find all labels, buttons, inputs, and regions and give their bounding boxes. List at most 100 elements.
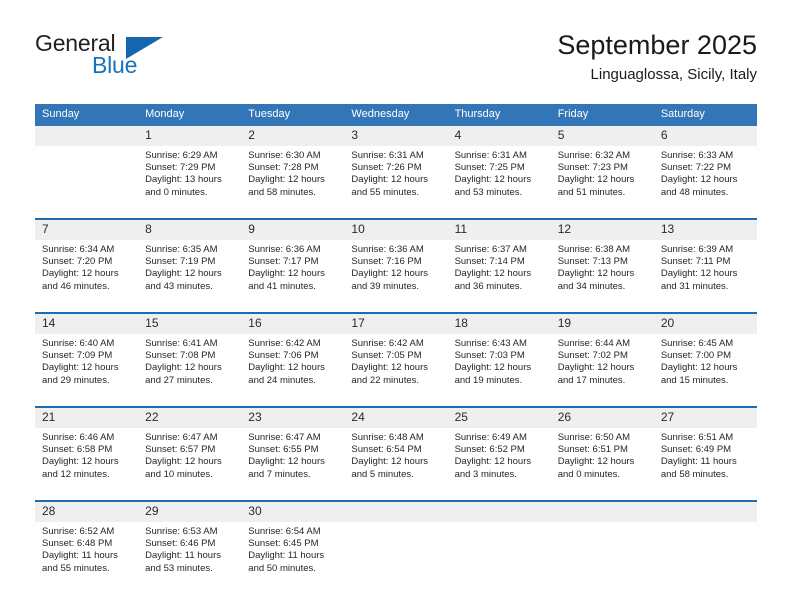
sunrise-text: Sunrise: 6:34 AM xyxy=(42,244,115,255)
daylight-text: Daylight: 12 hours xyxy=(454,456,532,468)
day-cell-20[interactable]: Sunrise: 6:45 AM Sunset: 7:00 PM Daylight:… xyxy=(653,334,757,406)
day-number-27[interactable]: 27 xyxy=(653,408,757,428)
day-cell-11[interactable]: Sunrise: 6:37 AM Sunset: 7:14 PM Daylight:… xyxy=(447,240,551,312)
day-number-23[interactable]: 23 xyxy=(241,408,345,428)
day-detail-row: Sunrise: 6:29 AM Sunset: 7:29 PM Daylight:… xyxy=(35,146,757,218)
day-cell-10[interactable]: Sunrise: 6:36 AM Sunset: 7:16 PM Daylight:… xyxy=(344,240,448,312)
daylight-text: Daylight: 12 hours xyxy=(248,362,325,374)
day-number-26[interactable]: 26 xyxy=(550,408,654,428)
day-cell-7[interactable]: Sunrise: 6:34 AM Sunset: 7:20 PM Daylight:… xyxy=(35,240,139,312)
sunset-text: Sunset: 7:08 PM xyxy=(145,350,216,362)
sunset-text: Sunset: 7:09 PM xyxy=(42,350,113,362)
sunset-text: Sunset: 7:25 PM xyxy=(454,162,525,174)
day-cell-17[interactable]: Sunrise: 6:42 AM Sunset: 7:05 PM Daylight:… xyxy=(344,334,448,406)
day-number-28[interactable]: 28 xyxy=(35,502,139,522)
daylight-text: Daylight: 11 hours xyxy=(42,550,118,562)
day-cell-27[interactable]: Sunrise: 6:51 AM Sunset: 6:49 PM Daylight:… xyxy=(653,428,757,500)
day-number-2[interactable]: 2 xyxy=(241,126,345,146)
sunset-text: Sunset: 7:16 PM xyxy=(351,256,422,268)
sunrise-text: Sunrise: 6:35 AM xyxy=(145,244,218,255)
sunset-text: Sunset: 6:46 PM xyxy=(145,538,216,550)
day-cell-21[interactable]: Sunrise: 6:46 AM Sunset: 6:58 PM Daylight:… xyxy=(35,428,139,500)
day-number-9[interactable]: 9 xyxy=(241,220,345,240)
daylight-text: Daylight: 11 hours xyxy=(660,456,737,468)
day-number-12[interactable]: 12 xyxy=(550,220,654,240)
day-cell-15[interactable]: Sunrise: 6:41 AM Sunset: 7:08 PM Daylight:… xyxy=(138,334,242,406)
day-number-25[interactable]: 25 xyxy=(447,408,551,428)
day-cell-16[interactable]: Sunrise: 6:42 AM Sunset: 7:06 PM Daylight:… xyxy=(241,334,345,406)
day-cell-14[interactable]: Sunrise: 6:40 AM Sunset: 7:09 PM Daylight:… xyxy=(35,334,139,406)
day-number-6[interactable]: 6 xyxy=(653,126,757,146)
day-number-5[interactable]: 5 xyxy=(550,126,654,146)
day-cell-22[interactable]: Sunrise: 6:47 AM Sunset: 6:57 PM Daylight:… xyxy=(138,428,242,500)
daylight-text-cont: and 55 minutes. xyxy=(42,562,110,574)
day-number-16[interactable]: 16 xyxy=(241,314,345,334)
day-number-10[interactable]: 10 xyxy=(344,220,448,240)
day-cell-26[interactable]: Sunrise: 6:50 AM Sunset: 6:51 PM Daylight:… xyxy=(550,428,654,500)
day-number-29[interactable]: 29 xyxy=(138,502,242,522)
day-number-11[interactable]: 11 xyxy=(447,220,551,240)
day-number-13[interactable]: 13 xyxy=(653,220,757,240)
day-cell-5[interactable]: Sunrise: 6:32 AM Sunset: 7:23 PM Daylight:… xyxy=(550,146,654,218)
daylight-text: Daylight: 12 hours xyxy=(248,174,325,186)
day-cell-1[interactable]: Sunrise: 6:29 AM Sunset: 7:29 PM Daylight:… xyxy=(138,146,242,218)
generalblue-logo[interactable]: General Blue xyxy=(35,30,275,90)
daylight-text-cont: and 48 minutes. xyxy=(660,186,729,198)
day-cell-6[interactable]: Sunrise: 6:33 AM Sunset: 7:22 PM Daylight:… xyxy=(653,146,757,218)
day-number-14[interactable]: 14 xyxy=(35,314,139,334)
day-cell-23[interactable]: Sunrise: 6:47 AM Sunset: 6:55 PM Daylight:… xyxy=(241,428,345,500)
daylight-text: Daylight: 12 hours xyxy=(42,362,119,374)
day-cell-18[interactable]: Sunrise: 6:43 AM Sunset: 7:03 PM Daylight:… xyxy=(447,334,551,406)
day-number-15[interactable]: 15 xyxy=(138,314,242,334)
day-number-22[interactable]: 22 xyxy=(138,408,242,428)
daylight-text: Daylight: 12 hours xyxy=(660,268,738,280)
sunset-text: Sunset: 7:17 PM xyxy=(248,256,319,268)
daylight-text: Daylight: 12 hours xyxy=(660,362,738,374)
day-cell-9[interactable]: Sunrise: 6:36 AM Sunset: 7:17 PM Daylight:… xyxy=(241,240,345,312)
day-cell-28[interactable]: Sunrise: 6:52 AM Sunset: 6:48 PM Daylight:… xyxy=(35,522,139,594)
day-number-row: 7 8 9 10 11 12 13 xyxy=(35,220,757,240)
day-cell-3[interactable]: Sunrise: 6:31 AM Sunset: 7:26 PM Daylight:… xyxy=(344,146,448,218)
day-number-20[interactable]: 20 xyxy=(653,314,757,334)
day-cell-4[interactable]: Sunrise: 6:31 AM Sunset: 7:25 PM Daylight:… xyxy=(447,146,551,218)
day-number-7[interactable]: 7 xyxy=(35,220,139,240)
day-cell-2[interactable]: Sunrise: 6:30 AM Sunset: 7:28 PM Daylight:… xyxy=(241,146,345,218)
page-title: September 2025 xyxy=(557,30,757,60)
day-number-row: 21 22 23 24 25 26 27 xyxy=(35,408,757,428)
daylight-text-cont: and 3 minutes. xyxy=(454,468,517,480)
day-number-8[interactable]: 8 xyxy=(138,220,242,240)
weekday-header-thursday: Thursday xyxy=(447,104,551,126)
day-number-18[interactable]: 18 xyxy=(447,314,551,334)
sunset-text: Sunset: 7:03 PM xyxy=(454,350,525,362)
sunrise-text: Sunrise: 6:38 AM xyxy=(557,244,631,255)
day-cell-12[interactable]: Sunrise: 6:38 AM Sunset: 7:13 PM Daylight:… xyxy=(550,240,654,312)
day-number-17[interactable]: 17 xyxy=(344,314,448,334)
day-number-24[interactable]: 24 xyxy=(344,408,448,428)
sunrise-text: Sunrise: 6:31 AM xyxy=(454,150,527,161)
day-number-4[interactable]: 4 xyxy=(447,126,551,146)
daylight-text: Daylight: 12 hours xyxy=(351,268,428,280)
sunset-text: Sunset: 6:52 PM xyxy=(454,444,525,456)
day-number-30[interactable]: 30 xyxy=(241,502,345,522)
day-cell-25[interactable]: Sunrise: 6:49 AM Sunset: 6:52 PM Daylight:… xyxy=(447,428,551,500)
day-number-19[interactable]: 19 xyxy=(550,314,654,334)
daylight-text-cont: and 24 minutes. xyxy=(248,374,316,386)
day-number-21[interactable]: 21 xyxy=(35,408,139,428)
daylight-text: Daylight: 12 hours xyxy=(351,174,428,186)
day-number-empty xyxy=(35,126,139,146)
calendar-body: 1 2 3 4 5 6 Sunrise: 6:29 AM Sunset: 7:29 PM Day… xyxy=(35,126,757,594)
daylight-text: Daylight: 12 hours xyxy=(351,362,428,374)
sunset-text: Sunset: 7:29 PM xyxy=(145,162,216,174)
day-cell-30[interactable]: Sunrise: 6:54 AM Sunset: 6:45 PM Daylight:… xyxy=(241,522,345,594)
day-cell-13[interactable]: Sunrise: 6:39 AM Sunset: 7:11 PM Daylight:… xyxy=(653,240,757,312)
daylight-text-cont: and 0 minutes. xyxy=(557,468,621,480)
day-cell-8[interactable]: Sunrise: 6:35 AM Sunset: 7:19 PM Daylight:… xyxy=(138,240,242,312)
day-cell-19[interactable]: Sunrise: 6:44 AM Sunset: 7:02 PM Daylight:… xyxy=(550,334,654,406)
day-cell-24[interactable]: Sunrise: 6:48 AM Sunset: 6:54 PM Daylight:… xyxy=(344,428,448,500)
day-cell-29[interactable]: Sunrise: 6:53 AM Sunset: 6:46 PM Daylight:… xyxy=(138,522,242,594)
sunrise-text: Sunrise: 6:49 AM xyxy=(454,432,527,443)
sunrise-text: Sunrise: 6:31 AM xyxy=(351,150,424,161)
daylight-text: Daylight: 12 hours xyxy=(248,456,325,468)
day-number-3[interactable]: 3 xyxy=(344,126,448,146)
day-number-1[interactable]: 1 xyxy=(138,126,242,146)
